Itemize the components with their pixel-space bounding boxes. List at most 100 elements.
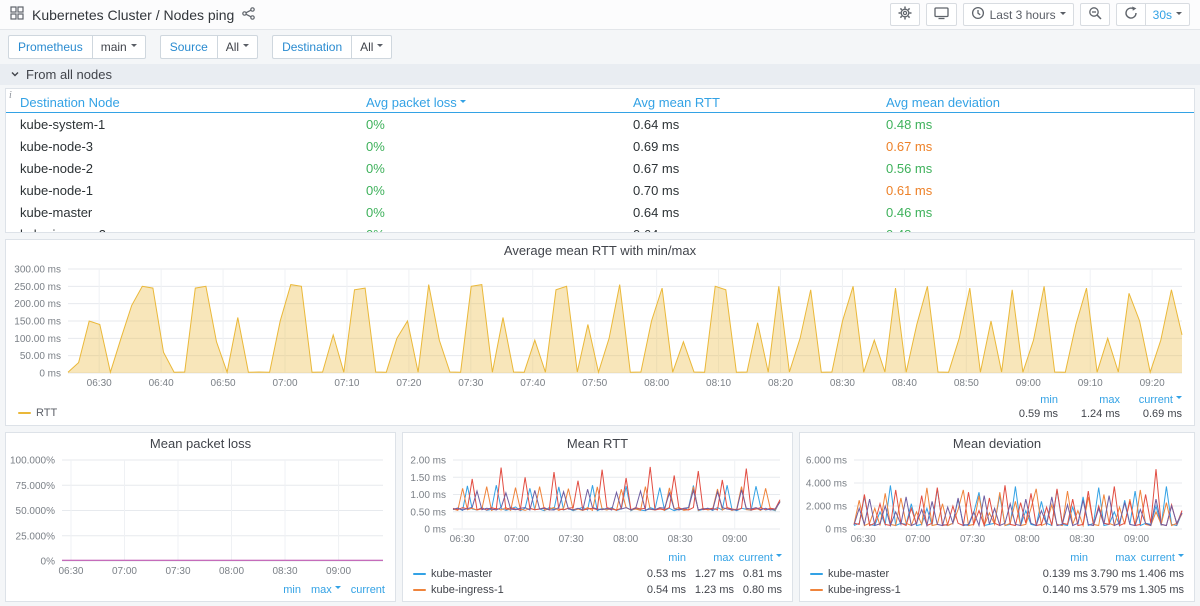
svg-text:07:10: 07:10	[334, 378, 359, 389]
svg-text:08:50: 08:50	[954, 378, 979, 389]
svg-text:07:00: 07:00	[504, 534, 529, 545]
svg-text:06:50: 06:50	[211, 378, 236, 389]
svg-text:200.00 ms: 200.00 ms	[14, 299, 61, 310]
legend-current-value: 0.69 ms	[1120, 407, 1182, 421]
share-icon[interactable]	[242, 7, 255, 23]
legend-max-header[interactable]: max	[1088, 550, 1136, 566]
svg-text:06:40: 06:40	[149, 378, 174, 389]
svg-text:08:30: 08:30	[830, 378, 855, 389]
mean-rtt-chart[interactable]: 2.00 ms1.50 ms1.00 ms0.50 ms0 ms06:3007:…	[407, 455, 788, 545]
mean-deviation-legend: min max current kube-master 0.139 ms 3.7…	[810, 550, 1184, 598]
panel-info-icon[interactable]: i	[9, 90, 12, 101]
svg-text:75.000%: 75.000%	[16, 481, 56, 492]
legend-max-value: 1.24 ms	[1058, 407, 1120, 421]
cell-dev: 0.56 ms	[872, 161, 1194, 176]
svg-text:0 ms: 0 ms	[39, 369, 61, 380]
cell-rtt: 0.64 ms	[619, 205, 872, 220]
legend-row: kube-master 0.139 ms 3.790 ms 1.406 ms	[810, 566, 1184, 582]
col-avg-mean-deviation[interactable]: Avg mean deviation	[872, 95, 1194, 110]
cell-rtt: 0.64 ms	[619, 117, 872, 132]
cell-dev: 0.67 ms	[872, 139, 1194, 154]
legend-series-toggle[interactable]: kube-ingress-1	[810, 582, 1040, 598]
variable-dropdown[interactable]: All	[351, 35, 392, 59]
legend-series-toggle[interactable]: kube-master	[413, 566, 638, 582]
svg-text:150.00 ms: 150.00 ms	[14, 317, 61, 328]
row-title: From all nodes	[26, 67, 112, 82]
col-avg-mean-rtt[interactable]: Avg mean RTT	[619, 95, 872, 110]
cell-loss: 0%	[352, 161, 619, 176]
legend-min-value: 0.139 ms	[1040, 566, 1088, 582]
svg-text:08:30: 08:30	[1069, 534, 1094, 545]
legend-min-header[interactable]: min	[996, 393, 1058, 407]
table-row: kube-master 0% 0.64 ms 0.46 ms	[6, 201, 1194, 223]
panel-title[interactable]: Mean packet loss	[6, 433, 395, 455]
svg-text:08:40: 08:40	[892, 378, 917, 389]
legend-current-header[interactable]: current	[1136, 550, 1184, 566]
col-destination-node[interactable]: Destination Node	[6, 95, 352, 110]
cell-node: kube-node-1	[6, 183, 352, 198]
series-color-dash	[413, 589, 426, 591]
table-row: kube-node-2 0% 0.67 ms 0.56 ms	[6, 157, 1194, 179]
variable-dropdown[interactable]: All	[217, 35, 258, 59]
legend-current-header[interactable]: current	[351, 584, 385, 596]
rtt-minmax-chart[interactable]: 300.00 ms 250.00 ms 200.00 ms 150.00 ms 100.…	[10, 264, 1190, 389]
legend-min-header[interactable]: min	[283, 584, 301, 596]
legend-max-value: 1.23 ms	[686, 582, 734, 598]
svg-text:100.00 ms: 100.00 ms	[14, 334, 61, 345]
gear-icon	[898, 6, 912, 23]
cell-rtt: 0.64 ms	[619, 227, 872, 234]
template-variables-row: Prometheus main Source All Destination A…	[0, 30, 1200, 63]
svg-text:300.00 ms: 300.00 ms	[14, 265, 61, 276]
legend-max-value: 1.27 ms	[686, 566, 734, 582]
legend-min-header[interactable]: min	[1040, 550, 1088, 566]
legend-min-header[interactable]: min	[638, 550, 686, 566]
time-range-picker[interactable]: Last 3 hours	[963, 3, 1074, 26]
col-avg-packet-loss[interactable]: Avg packet loss	[352, 95, 619, 110]
svg-text:07:00: 07:00	[905, 534, 930, 545]
legend-max-value: 3.790 ms	[1088, 566, 1136, 582]
legend-current-header[interactable]: current	[1120, 393, 1182, 407]
cell-rtt: 0.70 ms	[619, 183, 872, 198]
svg-text:250.00 ms: 250.00 ms	[14, 282, 61, 293]
dashboard-title[interactable]: Kubernetes Cluster / Nodes ping	[32, 7, 234, 23]
variable-dropdown[interactable]: main	[92, 35, 146, 59]
cell-node: kube-node-3	[6, 139, 352, 154]
variable-source: Source All	[160, 35, 258, 59]
legend-current-header[interactable]: current	[734, 550, 782, 566]
legend-current-value: 1.305 ms	[1136, 582, 1184, 598]
tv-mode-button[interactable]	[926, 3, 957, 26]
legend-max-header[interactable]: max	[311, 584, 341, 596]
svg-text:09:00: 09:00	[722, 534, 747, 545]
svg-text:07:40: 07:40	[520, 378, 545, 389]
refresh-button[interactable]	[1116, 3, 1145, 26]
svg-text:08:20: 08:20	[768, 378, 793, 389]
cell-rtt: 0.67 ms	[619, 161, 872, 176]
panel-title[interactable]: Average mean RTT with min/max	[6, 240, 1194, 262]
svg-text:2.00 ms: 2.00 ms	[410, 456, 446, 467]
variable-label: Destination	[272, 35, 351, 59]
legend-max-header[interactable]: max	[686, 550, 734, 566]
packet-loss-chart[interactable]: 100.000%75.000%50.000%25.000%0%06:3007:0…	[10, 455, 391, 577]
dashboard-row-toggle[interactable]: From all nodes	[0, 64, 1200, 85]
panel-title[interactable]: Mean deviation	[800, 433, 1194, 455]
cell-dev: 0.48 ms	[872, 227, 1194, 234]
mean-deviation-chart[interactable]: 6.000 ms4.000 ms2.000 ms0 ms06:3007:0007…	[804, 455, 1190, 545]
settings-button[interactable]	[890, 3, 920, 26]
svg-text:06:30: 06:30	[851, 534, 876, 545]
svg-text:08:00: 08:00	[219, 566, 244, 577]
refresh-interval-picker[interactable]: 30s	[1145, 3, 1190, 26]
svg-text:09:00: 09:00	[1124, 534, 1149, 545]
svg-text:6.000 ms: 6.000 ms	[806, 456, 847, 467]
variable-label: Source	[160, 35, 217, 59]
panel-title[interactable]: Mean RTT	[403, 433, 792, 455]
legend-min-value: 0.53 ms	[638, 566, 686, 582]
svg-text:0 ms: 0 ms	[825, 525, 847, 536]
legend-series-rtt[interactable]: RTT	[18, 407, 57, 419]
legend-series-toggle[interactable]: kube-master	[810, 566, 1040, 582]
series-color-dash	[810, 589, 823, 591]
zoom-out-button[interactable]	[1080, 3, 1110, 26]
legend-series-toggle[interactable]: kube-ingress-1	[413, 582, 638, 598]
legend-max-header[interactable]: max	[1058, 393, 1120, 407]
clock-icon	[971, 6, 985, 23]
dashboard-grid-icon[interactable]	[10, 6, 24, 23]
